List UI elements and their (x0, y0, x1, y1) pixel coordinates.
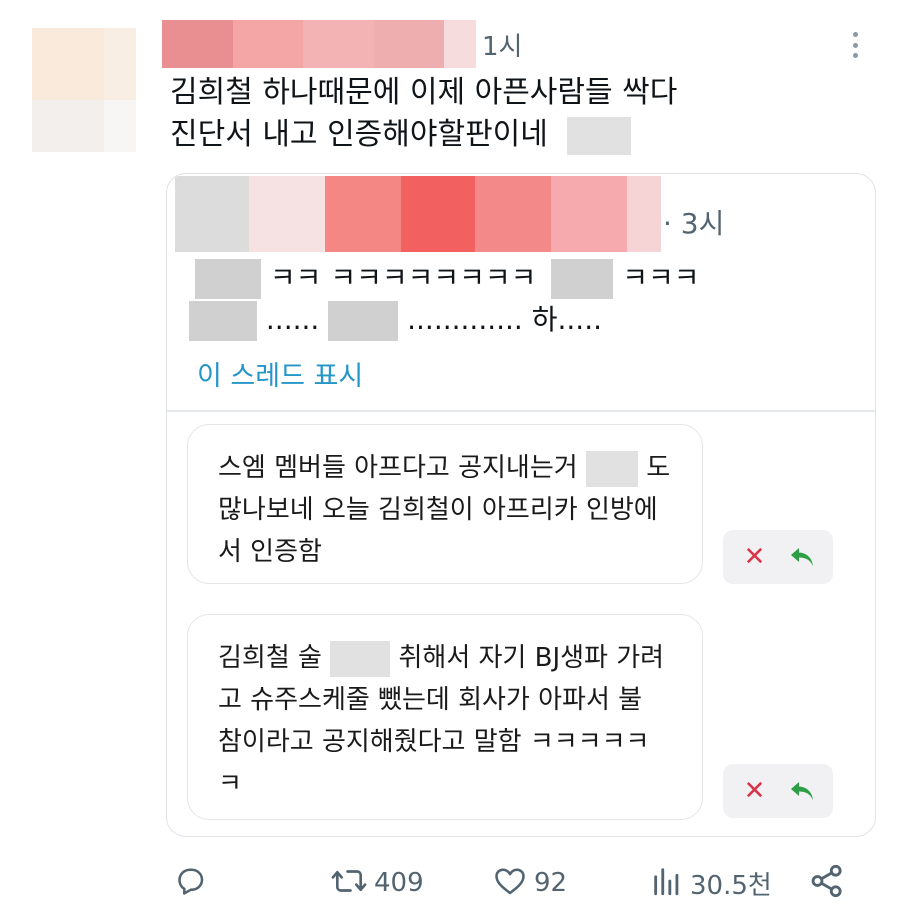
retweet-count: 409 (374, 868, 424, 898)
like-button[interactable]: 92 (492, 858, 567, 908)
comment-bubble: 스엠 멤버들 아프다고 공지내는거 도 많나보네 오늘 김희철이 아프리카 인방… (187, 424, 703, 584)
redacted-block (551, 259, 614, 299)
quoted-text-fragment: ㅋㅋ ㅋㅋㅋㅋㅋㅋㅋㅋ (269, 261, 537, 294)
retweet-icon (330, 863, 368, 903)
views-button[interactable]: 30.5천 (650, 858, 772, 908)
quoted-tweet-card[interactable]: · 3시 ㅋㅋ ㅋㅋㅋㅋㅋㅋㅋㅋ ㅋㅋㅋ ...... ............… (166, 173, 876, 837)
comment-text-fragment: 김희철 술 (218, 643, 322, 673)
comment-icon (172, 863, 208, 903)
reply-arrow-icon[interactable] (782, 537, 822, 577)
share-button[interactable] (808, 858, 846, 908)
quoted-text-fragment: ㅋㅋㅋ (622, 261, 700, 294)
avatar-block (104, 28, 136, 100)
retweet-button[interactable]: 409 (330, 858, 424, 908)
comment-line: 참이라고 공지해줬다고 말함 ㅋㅋㅋㅋㅋ (218, 727, 650, 757)
redacted-block (330, 640, 391, 677)
more-options-icon[interactable] (844, 28, 866, 62)
tweet-text-line: 김희철 하나때문에 이제 아픈사람들 싹다 (170, 75, 678, 110)
redacted-block (567, 116, 632, 155)
comment-line: 서 인증함 (218, 537, 322, 567)
bar-chart-icon (650, 863, 684, 903)
tweet-actions-bar: 409 92 30.5천 (0, 858, 900, 908)
comment-text-fragment: 취해서 자기 BJ생파 가려 (398, 643, 665, 673)
reply-button[interactable] (172, 858, 208, 908)
close-icon[interactable]: ✕ (735, 771, 775, 811)
redacted-block (189, 301, 257, 341)
divider (167, 410, 875, 412)
redacted-block (585, 450, 638, 487)
redacted-block (328, 301, 399, 341)
tweet-text-line: 진단서 내고 인증해야할판이네 (170, 114, 810, 156)
share-icon (808, 862, 846, 904)
quoted-text-fragment: ...... (265, 303, 320, 336)
avatar-block (104, 100, 136, 152)
quoted-text-fragment: ............. 하..... (407, 303, 602, 336)
show-thread-link[interactable]: 이 스레드 표시 (197, 354, 363, 393)
tweet-text-fragment: 진단서 내고 인증해야할판이네 (170, 117, 548, 152)
comment-text-fragment: 스엠 멤버들 아프다고 공지내는거 (218, 453, 578, 483)
comment-line: ㅋ (218, 769, 242, 799)
reply-arrow-icon[interactable] (782, 771, 822, 811)
author-name-redacted[interactable] (162, 20, 476, 68)
comment-text-fragment: 도 (646, 453, 671, 483)
author-avatar[interactable] (32, 28, 136, 152)
close-icon[interactable]: ✕ (735, 537, 775, 577)
quoted-author-redacted (175, 176, 661, 252)
comment-line: 스엠 멤버들 아프다고 공지내는거 도 (218, 447, 676, 489)
heart-icon (492, 863, 528, 903)
tweet-text: 김희철 하나때문에 이제 아픈사람들 싹다 진단서 내고 인증해야할판이네 (170, 72, 810, 156)
views-count: 30.5천 (690, 870, 772, 901)
redacted-block (195, 259, 261, 299)
comment-bubble: 김희철 술 취해서 자기 BJ생파 가려 고 슈주스케줄 뺐는데 회사가 아파서… (187, 614, 703, 820)
comment-actions: ✕ (723, 530, 833, 584)
quoted-tweet-line: ...... ............. 하..... (189, 298, 602, 341)
comment-line: 고 슈주스케줄 뺐는데 회사가 아파서 불 (218, 685, 643, 715)
avatar-block (32, 28, 104, 100)
like-count: 92 (534, 868, 568, 898)
comment-line: 김희철 술 취해서 자기 BJ생파 가려 (218, 637, 676, 679)
comment-line: 많나보네 오늘 김희철이 아프리카 인방에 (218, 495, 658, 525)
quoted-tweet-timestamp: · 3시 (663, 207, 725, 240)
tweet-timestamp[interactable]: 1시 (482, 26, 522, 63)
comment-actions: ✕ (723, 764, 833, 818)
quoted-tweet-line: ㅋㅋ ㅋㅋㅋㅋㅋㅋㅋㅋ ㅋㅋㅋ (195, 256, 700, 299)
avatar-block (32, 100, 104, 152)
